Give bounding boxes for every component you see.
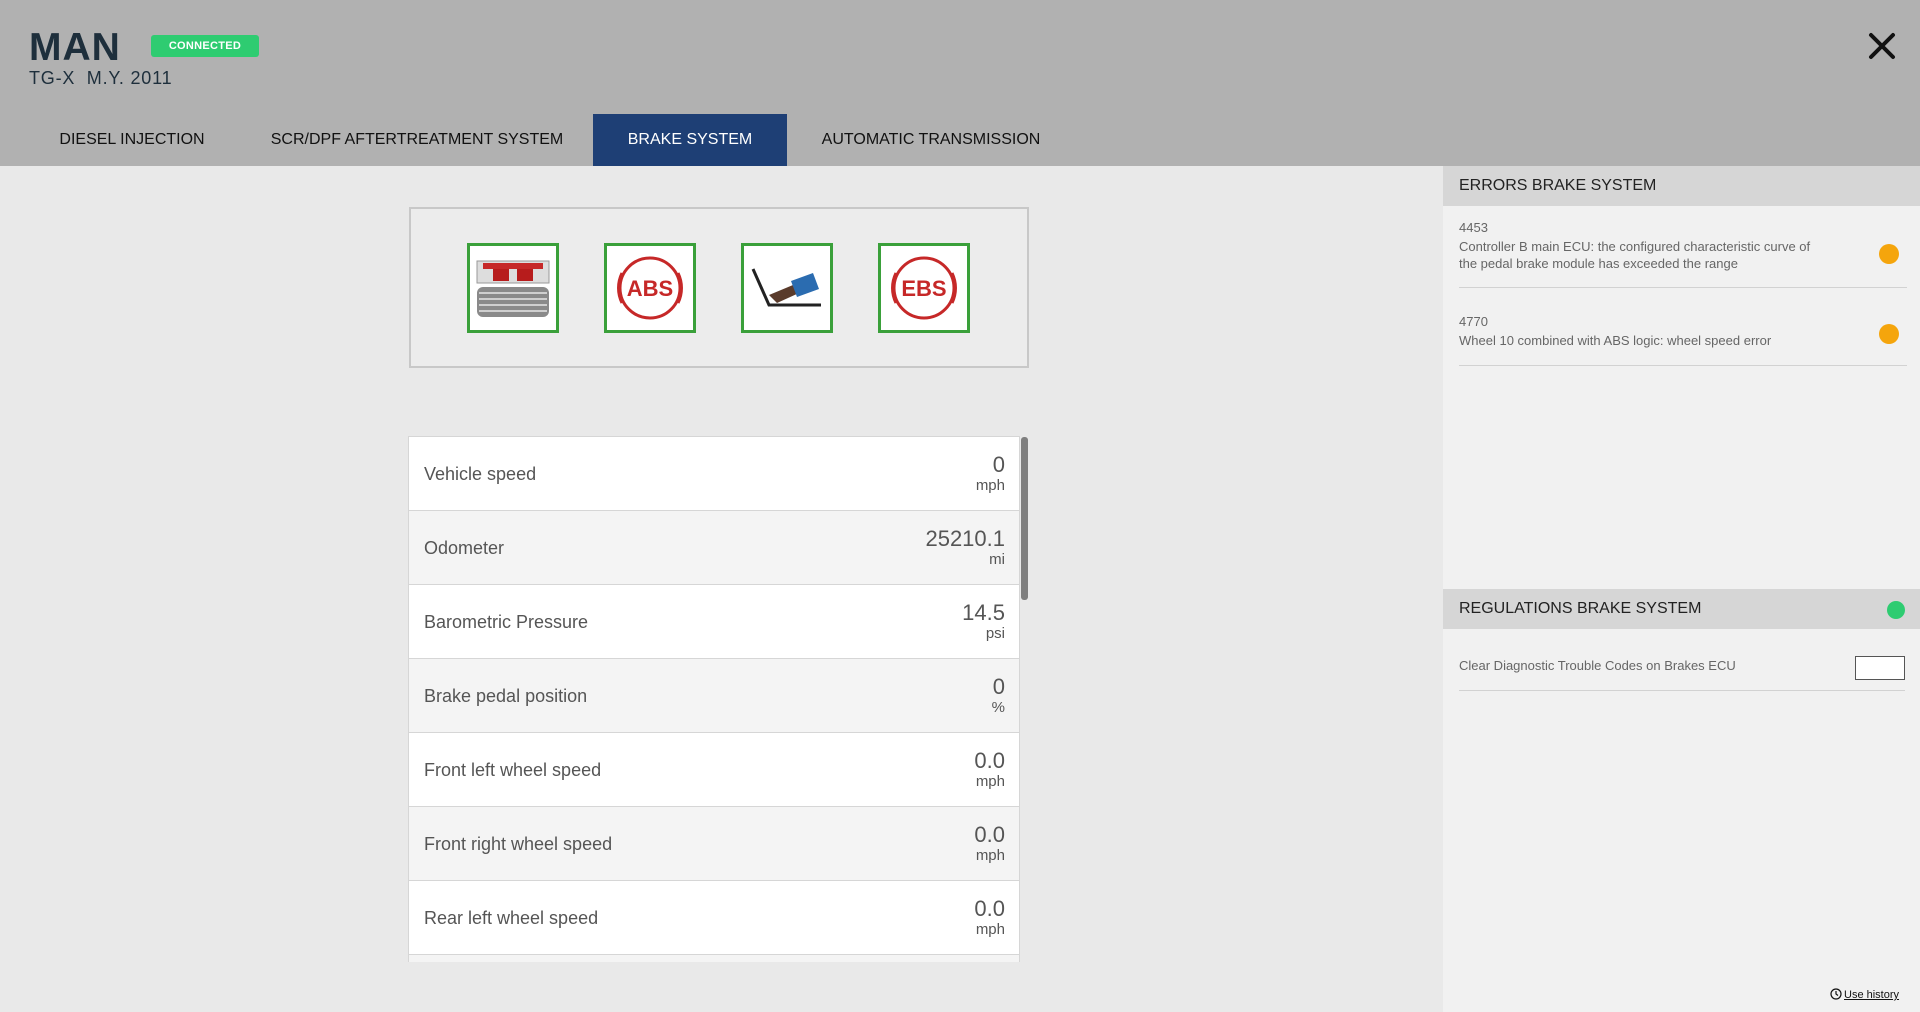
component-icon-panel: ABS EBS: [409, 207, 1029, 368]
parameter-list-scrollbar[interactable]: [1021, 437, 1028, 600]
parameter-unit: mph: [975, 921, 1005, 938]
parameter-unit: mi: [989, 551, 1005, 568]
errors-section-title: ERRORS BRAKE SYSTEM: [1443, 166, 1920, 206]
tab-diesel-injection[interactable]: DIESEL INJECTION: [38, 114, 226, 166]
abs-icon: ABS: [617, 256, 683, 320]
use-history-label: Use history: [1844, 989, 1900, 1001]
close-button[interactable]: [1864, 28, 1900, 64]
tab-automatic-transmission[interactable]: AUTOMATIC TRANSMISSION: [818, 114, 1044, 166]
abs-icon-text: ABS: [627, 276, 673, 301]
parameter-row-partial: [409, 955, 1019, 962]
parameter-unit: mph: [975, 477, 1005, 494]
regulation-label: Clear Diagnostic Trouble Codes on Brakes…: [1459, 658, 1736, 673]
error-code: 4453: [1459, 220, 1488, 235]
use-history-link[interactable]: Use history: [1830, 988, 1899, 1001]
error-description: Controller B main ECU: the configured ch…: [1459, 239, 1811, 271]
clear-dtc-button[interactable]: [1855, 656, 1905, 680]
error-item[interactable]: 4453 Controller B main ECU: the configur…: [1459, 220, 1907, 288]
tab-scr-dpf[interactable]: SCR/DPF AFTERTREATMENT SYSTEM: [260, 114, 574, 166]
parameter-unit: psi: [985, 625, 1005, 642]
brake-pedal-tile[interactable]: [741, 243, 833, 333]
parameter-value: 0.0: [974, 896, 1005, 921]
parameter-value: 14.5: [962, 600, 1005, 625]
parameter-unit: mph: [975, 847, 1005, 864]
parameter-unit: %: [991, 699, 1005, 716]
ebs-icon-text: EBS: [901, 276, 946, 301]
tab-brake-system[interactable]: BRAKE SYSTEM: [593, 114, 787, 166]
parameter-row: Front right wheel speed 0.0 mph: [409, 807, 1019, 881]
brake-lining-tile[interactable]: [467, 243, 559, 333]
parameter-row: Odometer 25210.1 mi: [409, 511, 1019, 585]
warning-status-dot: [1879, 244, 1899, 264]
parameter-unit: mph: [975, 773, 1005, 790]
diagnostics-panel: ERRORS BRAKE SYSTEM 4453 Controller B ma…: [1443, 166, 1920, 1012]
parameter-value: 0.0: [974, 822, 1005, 847]
warning-status-dot: [1879, 324, 1899, 344]
parameter-label: Brake pedal position: [424, 686, 588, 706]
parameter-row: Rear left wheel speed 0.0 mph: [409, 881, 1019, 955]
parameter-value: 0: [992, 452, 1005, 477]
ebs-icon: EBS: [891, 256, 957, 320]
error-description: Wheel 10 combined with ABS logic: wheel …: [1459, 333, 1772, 348]
abs-tile[interactable]: ABS: [604, 243, 696, 333]
parameter-label: Vehicle speed: [424, 464, 537, 484]
parameter-label: Rear left wheel speed: [424, 908, 599, 928]
parameter-label: Front left wheel speed: [424, 760, 602, 780]
parameter-list: Vehicle speed 0 mph Odometer 25210.1 mi …: [408, 436, 1020, 962]
ebs-tile[interactable]: EBS: [878, 243, 970, 333]
close-icon: [1869, 33, 1895, 59]
brand-title: MAN: [29, 26, 121, 69]
parameter-label: Front right wheel speed: [424, 834, 613, 854]
parameter-value: 0: [992, 674, 1005, 699]
regulations-section-title: REGULATIONS BRAKE SYSTEM: [1443, 589, 1920, 629]
parameter-row: Barometric Pressure 14.5 psi: [409, 585, 1019, 659]
error-item[interactable]: 4770 Wheel 10 combined with ABS logic: w…: [1459, 314, 1907, 366]
parameter-row: Brake pedal position 0 %: [409, 659, 1019, 733]
parameter-value: 0.0: [974, 748, 1005, 773]
parameter-label: Barometric Pressure: [424, 612, 589, 632]
brake-pedal-icon: [751, 268, 821, 307]
regulations-status-dot: [1887, 601, 1905, 619]
parameter-label: Odometer: [424, 538, 505, 558]
error-code: 4770: [1459, 314, 1488, 329]
clock-icon: [1830, 988, 1842, 1000]
connection-status-badge: CONNECTED: [151, 35, 259, 57]
parameter-row: Front left wheel speed 0.0 mph: [409, 733, 1019, 807]
brake-lining-icon: [476, 260, 550, 317]
parameter-value: 25210.1: [925, 526, 1005, 551]
parameter-row: Vehicle speed 0 mph: [409, 437, 1019, 511]
vehicle-model: TG-X M.Y. 2011: [29, 68, 173, 88]
regulation-item: Clear Diagnostic Trouble Codes on Brakes…: [1459, 648, 1905, 691]
